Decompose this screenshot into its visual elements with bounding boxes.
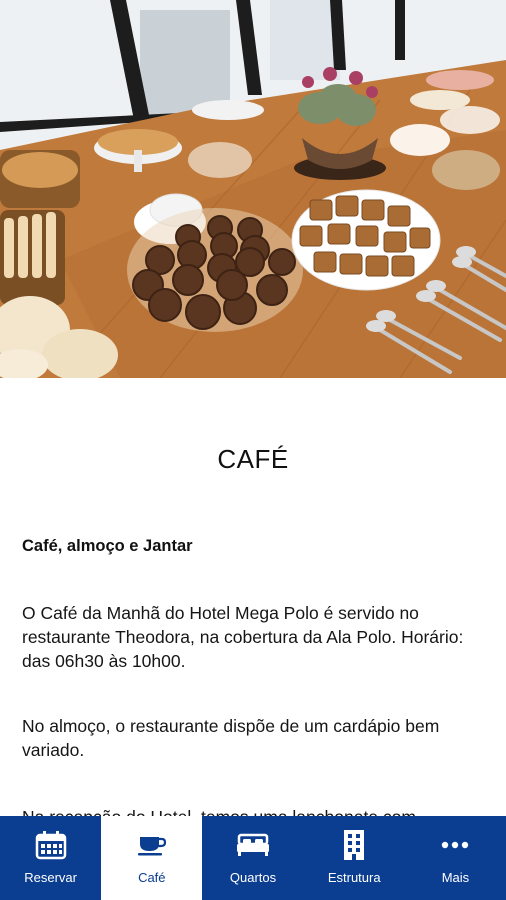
tab-label: Estrutura [327, 870, 381, 885]
paragraph: No almoço, o restaurante dispõe de um ca… [22, 716, 440, 760]
tab-label: Reservar [24, 870, 77, 885]
bottom-tab-bar: Reservar Café Quartos Estrutura Mais [0, 816, 506, 900]
more-dots-icon [441, 828, 469, 862]
paragraph: Na recepção do Hotel, temos uma lanchone… [22, 805, 484, 816]
bed-icon [236, 828, 270, 862]
tab-label: Quartos [229, 870, 277, 885]
tab-label: Café [138, 870, 166, 885]
content-area: CAFÉ Café, almoço e Jantar O Café da Man… [0, 378, 506, 816]
coffee-cup-icon [137, 828, 167, 862]
page-title: CAFÉ [217, 444, 289, 474]
tab-quartos[interactable]: Quartos [202, 816, 303, 900]
hero-image [0, 0, 506, 378]
tab-mais[interactable]: Mais [405, 816, 506, 900]
calendar-icon [35, 828, 67, 862]
tab-label: Mais [441, 870, 470, 885]
tab-estrutura[interactable]: Estrutura [304, 816, 405, 900]
section-subtitle: Café, almoço e Jantar [22, 537, 193, 555]
tab-reservar[interactable]: Reservar [0, 816, 101, 900]
paragraph: O Café da Manhã do Hotel Mega Polo é ser… [22, 603, 464, 671]
building-icon [343, 828, 365, 862]
tab-cafe[interactable]: Café [101, 816, 203, 900]
